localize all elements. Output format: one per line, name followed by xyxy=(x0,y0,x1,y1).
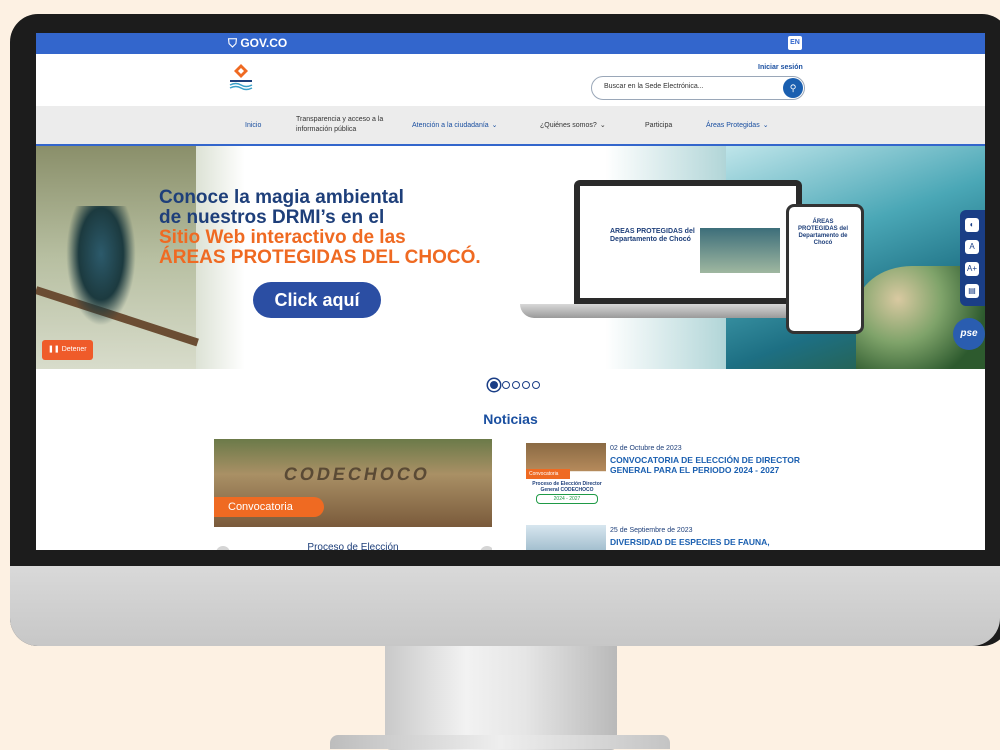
news-list-item[interactable]: 25 de Septiembre de 2023 DIVERSIDAD DE E… xyxy=(526,525,826,550)
news-date: 25 de Septiembre de 2023 xyxy=(610,527,693,534)
news-thumb-badge: 2024 - 2027 xyxy=(536,494,598,504)
search-icon: ⚲ xyxy=(789,83,797,93)
font-decrease-icon[interactable]: A xyxy=(965,240,979,254)
featured-news-card[interactable]: CODECHOCO Convocatoria Proceso de Elecci… xyxy=(214,439,492,550)
search-button[interactable]: ⚲ xyxy=(783,78,803,98)
hero-headline-line4: ÁREAS PROTEGIDAS DEL CHOCÓ. xyxy=(159,247,481,268)
nav-label: Inicio xyxy=(245,121,262,129)
login-link[interactable]: Iniciar sesión xyxy=(758,64,803,71)
carousel-dot[interactable] xyxy=(512,381,520,389)
font-increase-icon[interactable]: A+ xyxy=(965,262,979,276)
building-sign: CODECHOCO xyxy=(282,464,432,484)
nav-item-transparencia[interactable]: Transparencia y acceso a la información … xyxy=(296,106,396,144)
featured-news-tag: Convocatoria xyxy=(214,497,324,517)
carousel-dot[interactable] xyxy=(532,381,540,389)
nav-label: ¿Quiénes somos? xyxy=(540,121,597,129)
chevron-down-icon: ⌄ xyxy=(599,122,606,129)
gov-co-logo[interactable]: ⛉ GOV.CO xyxy=(228,36,287,51)
pse-payment-button[interactable]: pse xyxy=(953,318,985,350)
hero-carousel[interactable]: Conoce la magia ambiental de nuestros DR… xyxy=(36,146,985,369)
nav-item-inicio[interactable]: Inicio xyxy=(245,106,261,144)
codechoco-logo[interactable] xyxy=(226,62,256,92)
news-date: 02 de Octubre de 2023 xyxy=(610,445,682,452)
site-header: Iniciar sesión Buscar en la Sede Electró… xyxy=(36,54,985,106)
news-thumbnail: Convocatoria Proceso de Elección Directo… xyxy=(526,443,606,505)
hero-headline-line3: Sitio Web interactivo de las xyxy=(159,227,406,248)
language-button[interactable]: EN xyxy=(788,36,802,50)
nav-label: Atención a la ciudadanía xyxy=(412,121,489,129)
news-thumb-tag: Convocatoria xyxy=(526,469,570,479)
news-thumbnail xyxy=(526,525,606,550)
laptop-screen: AREAS PROTEGIDAS del Departamento de Cho… xyxy=(580,186,796,298)
news-list-item[interactable]: Convocatoria Proceso de Elección Directo… xyxy=(526,443,826,505)
gov-co-text: GOV.CO xyxy=(240,36,288,50)
carousel-stop-button[interactable]: ❚❚ Detener xyxy=(42,340,93,360)
monitor-stand xyxy=(385,640,617,750)
monitor-stand-foot xyxy=(330,735,670,749)
phone-mockup: ÁREAS PROTEGIDAS del Departamento de Cho… xyxy=(786,204,864,334)
hero-headline-line2: de nuestros DRMI’s en el xyxy=(159,207,385,228)
hummingbird-image xyxy=(66,206,136,326)
carousel-dot[interactable] xyxy=(522,381,530,389)
chevron-down-icon: ⌄ xyxy=(491,122,498,129)
news-headline[interactable]: DIVERSIDAD DE ESPECIES DE FAUNA, xyxy=(610,537,800,547)
chevron-down-icon: ⌄ xyxy=(762,122,769,129)
search-input[interactable]: Buscar en la Sede Electrónica... xyxy=(604,83,704,90)
laptop-mockup: AREAS PROTEGIDAS del Departamento de Cho… xyxy=(574,180,802,304)
nav-label: Participa xyxy=(645,121,673,129)
phone-site-title: ÁREAS PROTEGIDAS del Departamento de Cho… xyxy=(797,219,848,246)
center-relay-icon[interactable]: ▤ xyxy=(965,284,979,298)
browser-screen: ⛉ GOV.CO EN Iniciar sesión Buscar en la … xyxy=(36,33,985,550)
news-section-title: Noticias xyxy=(483,411,538,427)
nav-item-quienes-somos[interactable]: ¿Quiénes somos? ⌄ xyxy=(540,106,606,144)
contrast-icon[interactable]: ◐ xyxy=(965,218,979,232)
nav-label: Transparencia y acceso a la información … xyxy=(296,116,384,133)
nav-item-atencion[interactable]: Atención a la ciudadanía ⌄ xyxy=(412,106,498,144)
monitor-chin xyxy=(10,566,1000,646)
laptop-video-thumbnail xyxy=(700,228,780,273)
laptop-site-title: AREAS PROTEGIDAS del Departamento de Cho… xyxy=(610,228,695,243)
hero-cta-button[interactable]: Click aquí xyxy=(253,282,381,318)
hero-headline-line1: Conoce la magia ambiental xyxy=(159,187,404,208)
carousel-indicators xyxy=(488,379,540,391)
carousel-dot[interactable] xyxy=(502,381,510,389)
nav-item-areas-protegidas[interactable]: Áreas Protegidas ⌄ xyxy=(706,106,769,144)
carousel-dot[interactable] xyxy=(488,379,500,391)
featured-news-caption: Proceso de Elección xyxy=(307,542,399,550)
stop-label: Detener xyxy=(61,346,87,353)
gov-bar: ⛉ GOV.CO EN xyxy=(36,33,985,54)
nav-item-participa[interactable]: Participa xyxy=(645,106,672,144)
featured-next-button[interactable] xyxy=(480,546,492,550)
main-nav: Inicio Transparencia y acceso a la infor… xyxy=(36,106,985,146)
news-thumb-text: Proceso de Elección Director General COD… xyxy=(532,481,602,493)
accessibility-toolbar: ◐ A A+ ▤ xyxy=(960,210,985,306)
nav-label: Áreas Protegidas xyxy=(706,121,760,129)
news-headline[interactable]: CONVOCATORIA DE ELECCIÓN DE DIRECTOR GEN… xyxy=(610,455,800,475)
search-box[interactable]: Buscar en la Sede Electrónica... ⚲ xyxy=(591,76,805,100)
